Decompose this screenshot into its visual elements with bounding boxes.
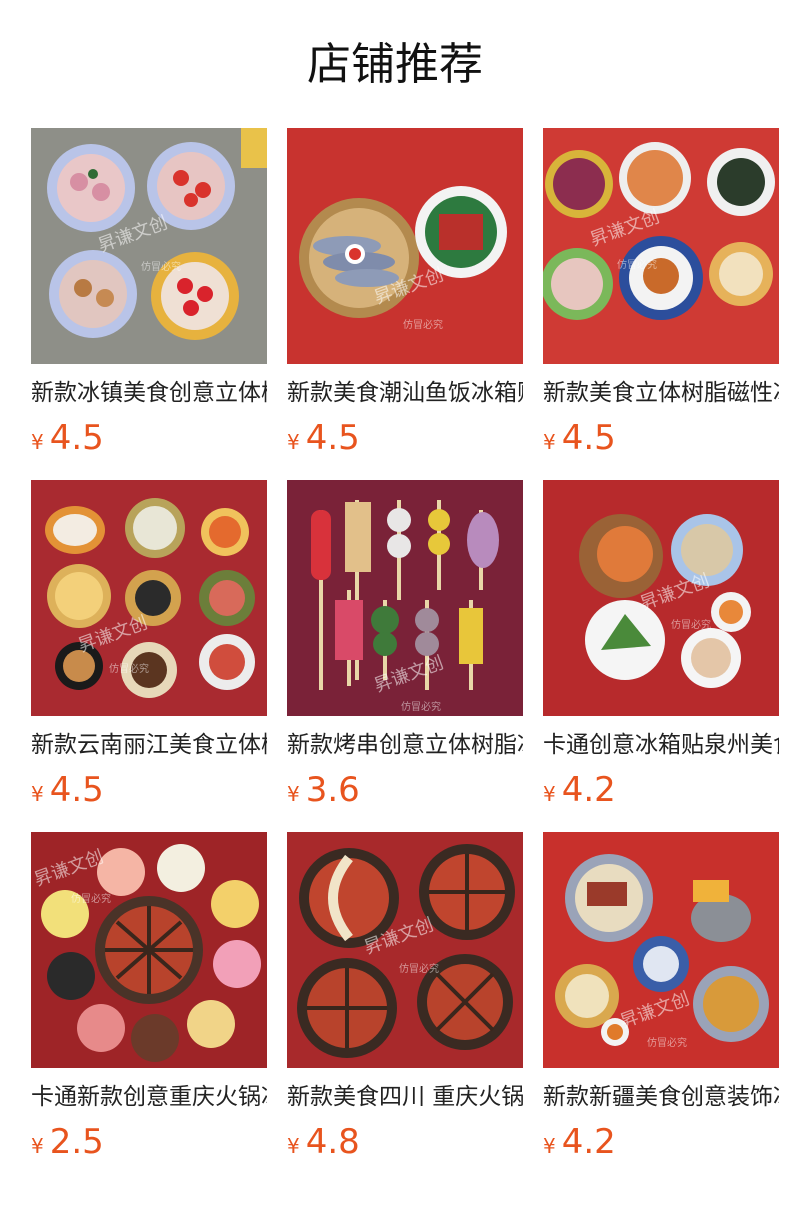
product-image[interactable]: 昇谦文创 仿冒必究 — [543, 832, 779, 1068]
product-photo-illustration — [287, 832, 523, 1068]
product-price: ¥4.5 — [31, 416, 267, 460]
price-value: 4.2 — [561, 770, 616, 810]
product-card[interactable]: 昇谦文创 仿冒必究 新款美食潮汕鱼饭冰箱贴 ¥4.5 — [287, 128, 523, 460]
product-photo-illustration — [543, 128, 779, 364]
currency-symbol: ¥ — [543, 430, 556, 454]
product-image[interactable]: 昇谦文创 仿冒必究 — [31, 832, 267, 1068]
product-photo-illustration — [31, 832, 267, 1068]
price-value: 3.6 — [305, 770, 360, 810]
product-photo-illustration — [31, 480, 267, 716]
price-value: 4.5 — [49, 418, 104, 458]
product-photo-illustration — [31, 128, 267, 364]
product-photo-illustration — [287, 128, 523, 364]
currency-symbol: ¥ — [543, 1134, 556, 1158]
currency-symbol: ¥ — [31, 430, 44, 454]
product-price: ¥4.5 — [543, 416, 779, 460]
product-name[interactable]: 新款冰镇美食创意立体树脂磁性冰箱贴 — [31, 376, 267, 410]
product-image[interactable]: 昇谦文创 仿冒必究 — [287, 832, 523, 1068]
product-price: ¥4.5 — [31, 768, 267, 812]
product-price: ¥4.8 — [287, 1120, 523, 1164]
product-image[interactable]: 昇谦文创 仿冒必究 — [31, 480, 267, 716]
price-value: 2.5 — [49, 1122, 104, 1162]
page-title: 店铺推荐 — [307, 39, 483, 90]
product-card[interactable]: 昇谦文创 仿冒必究 卡通创意冰箱贴泉州美食 ¥4.2 — [543, 480, 779, 812]
product-photo-illustration — [543, 480, 779, 716]
product-card[interactable]: 昇谦文创 仿冒必究 新款新疆美食创意装饰冰箱贴 ¥4.2 — [543, 832, 779, 1164]
currency-symbol: ¥ — [287, 430, 300, 454]
price-value: 4.5 — [561, 418, 616, 458]
product-name[interactable]: 卡通创意冰箱贴泉州美食 — [543, 728, 779, 762]
product-card[interactable]: 昇谦文创 仿冒必究 新款美食四川 重庆火锅冰箱贴 ¥4.8 — [287, 832, 523, 1164]
product-price: ¥4.5 — [287, 416, 523, 460]
currency-symbol: ¥ — [31, 782, 44, 806]
product-image[interactable]: 昇谦文创 仿冒必究 — [287, 128, 523, 364]
product-price: ¥4.2 — [543, 768, 779, 812]
currency-symbol: ¥ — [543, 782, 556, 806]
product-name[interactable]: 新款烤串创意立体树脂冰箱贴 — [287, 728, 523, 762]
product-name[interactable]: 新款云南丽江美食立体树脂冰箱贴 — [31, 728, 267, 762]
product-name[interactable]: 新款美食四川 重庆火锅冰箱贴 — [287, 1080, 523, 1114]
price-value: 4.5 — [49, 770, 104, 810]
price-value: 4.8 — [305, 1122, 360, 1162]
product-image[interactable]: 昇谦文创 仿冒必究 — [287, 480, 523, 716]
product-photo-illustration — [287, 480, 523, 716]
product-price: ¥4.2 — [543, 1120, 779, 1164]
product-card[interactable]: 昇谦文创 仿冒必究 新款冰镇美食创意立体树脂磁性冰箱贴 ¥4.5 — [31, 128, 267, 460]
product-photo-illustration — [543, 832, 779, 1068]
currency-symbol: ¥ — [31, 1134, 44, 1158]
price-value: 4.5 — [305, 418, 360, 458]
currency-symbol: ¥ — [287, 1134, 300, 1158]
product-image[interactable]: 昇谦文创 仿冒必究 — [543, 128, 779, 364]
product-price: ¥2.5 — [31, 1120, 267, 1164]
currency-symbol: ¥ — [287, 782, 300, 806]
product-card[interactable]: 昇谦文创 仿冒必究 新款烤串创意立体树脂冰箱贴 ¥3.6 — [287, 480, 523, 812]
product-name[interactable]: 新款新疆美食创意装饰冰箱贴 — [543, 1080, 779, 1114]
price-value: 4.2 — [561, 1122, 616, 1162]
product-card[interactable]: 昇谦文创 仿冒必究 新款云南丽江美食立体树脂冰箱贴 ¥4.5 — [31, 480, 267, 812]
product-grid: 昇谦文创 仿冒必究 新款冰镇美食创意立体树脂磁性冰箱贴 ¥4.5 昇谦文创 仿冒… — [31, 128, 780, 1164]
product-card[interactable]: 昇谦文创 仿冒必究 卡通新款创意重庆火锅冰箱贴 ¥2.5 — [31, 832, 267, 1164]
product-name[interactable]: 卡通新款创意重庆火锅冰箱贴 — [31, 1080, 267, 1114]
product-card[interactable]: 昇谦文创 仿冒必究 新款美食立体树脂磁性冰箱贴 ¥4.5 — [543, 128, 779, 460]
product-image[interactable]: 昇谦文创 仿冒必究 — [31, 128, 267, 364]
product-name[interactable]: 新款美食立体树脂磁性冰箱贴 — [543, 376, 779, 410]
product-name[interactable]: 新款美食潮汕鱼饭冰箱贴 — [287, 376, 523, 410]
product-price: ¥3.6 — [287, 768, 523, 812]
product-image[interactable]: 昇谦文创 仿冒必究 — [543, 480, 779, 716]
